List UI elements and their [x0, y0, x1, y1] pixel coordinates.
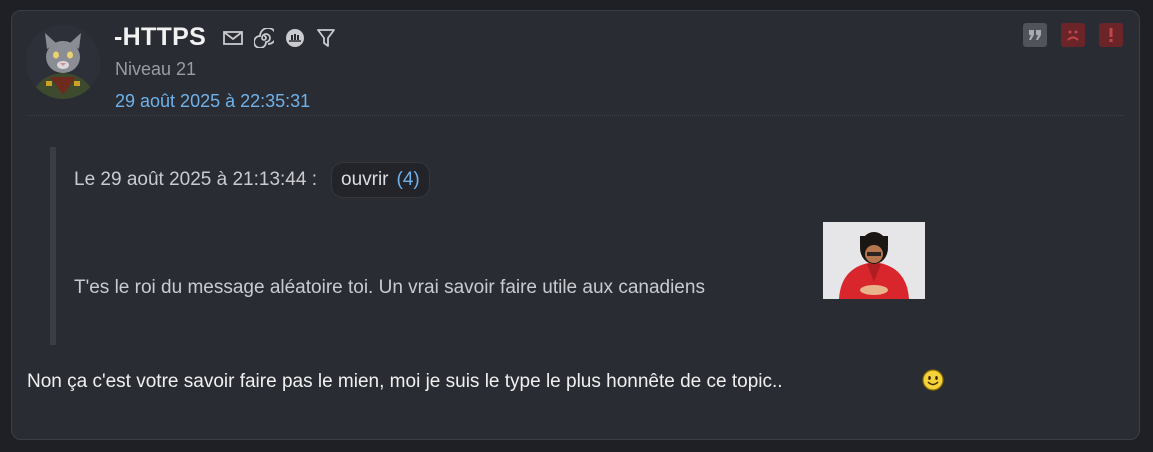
quote-icon: [1029, 30, 1041, 40]
author-icons: [222, 27, 337, 49]
author-row: -HTTPS: [114, 23, 337, 52]
mail-icon[interactable]: [222, 27, 244, 49]
quote-button[interactable]: [1023, 23, 1047, 47]
dislike-button[interactable]: [1061, 23, 1085, 47]
header-divider: [28, 115, 1123, 116]
author-name[interactable]: -HTTPS: [114, 23, 206, 52]
author-level: Niveau 21: [115, 59, 197, 79]
quote-date: Le 29 août 2025 à 21:13:44 :: [74, 169, 317, 190]
post-date-link[interactable]: 29 août 2025 à 22:35:31: [115, 91, 310, 112]
avatar[interactable]: [26, 25, 100, 99]
filter-icon[interactable]: [315, 27, 337, 49]
avatar-image: [26, 25, 100, 99]
quote-sticker-image[interactable]: [823, 222, 925, 299]
post-actions: [1023, 23, 1123, 47]
quoted-message: Le 29 août 2025 à 21:13:44 : ouvrir (4) …: [50, 147, 925, 345]
forum-post: -HTTPS Niveau 21 29 août 2025 à 22:35:31: [11, 10, 1140, 440]
open-quote-button[interactable]: ouvrir (4): [331, 162, 430, 198]
badge-icon[interactable]: [284, 27, 306, 49]
sad-face-icon: [1067, 30, 1079, 41]
post-body-text: Non ça c'est votre savoir faire pas le m…: [27, 371, 783, 392]
quote-text: T'es le roi du message aléatoire toi. Un…: [74, 277, 705, 298]
report-button[interactable]: [1099, 23, 1123, 47]
smiley-icon: [922, 369, 944, 391]
alert-icon: [1109, 28, 1113, 42]
quote-header: Le 29 août 2025 à 21:13:44 : ouvrir (4): [74, 162, 430, 198]
open-count: (4): [396, 169, 420, 190]
spiral-icon[interactable]: [253, 27, 275, 49]
open-label: ouvrir: [341, 169, 389, 190]
